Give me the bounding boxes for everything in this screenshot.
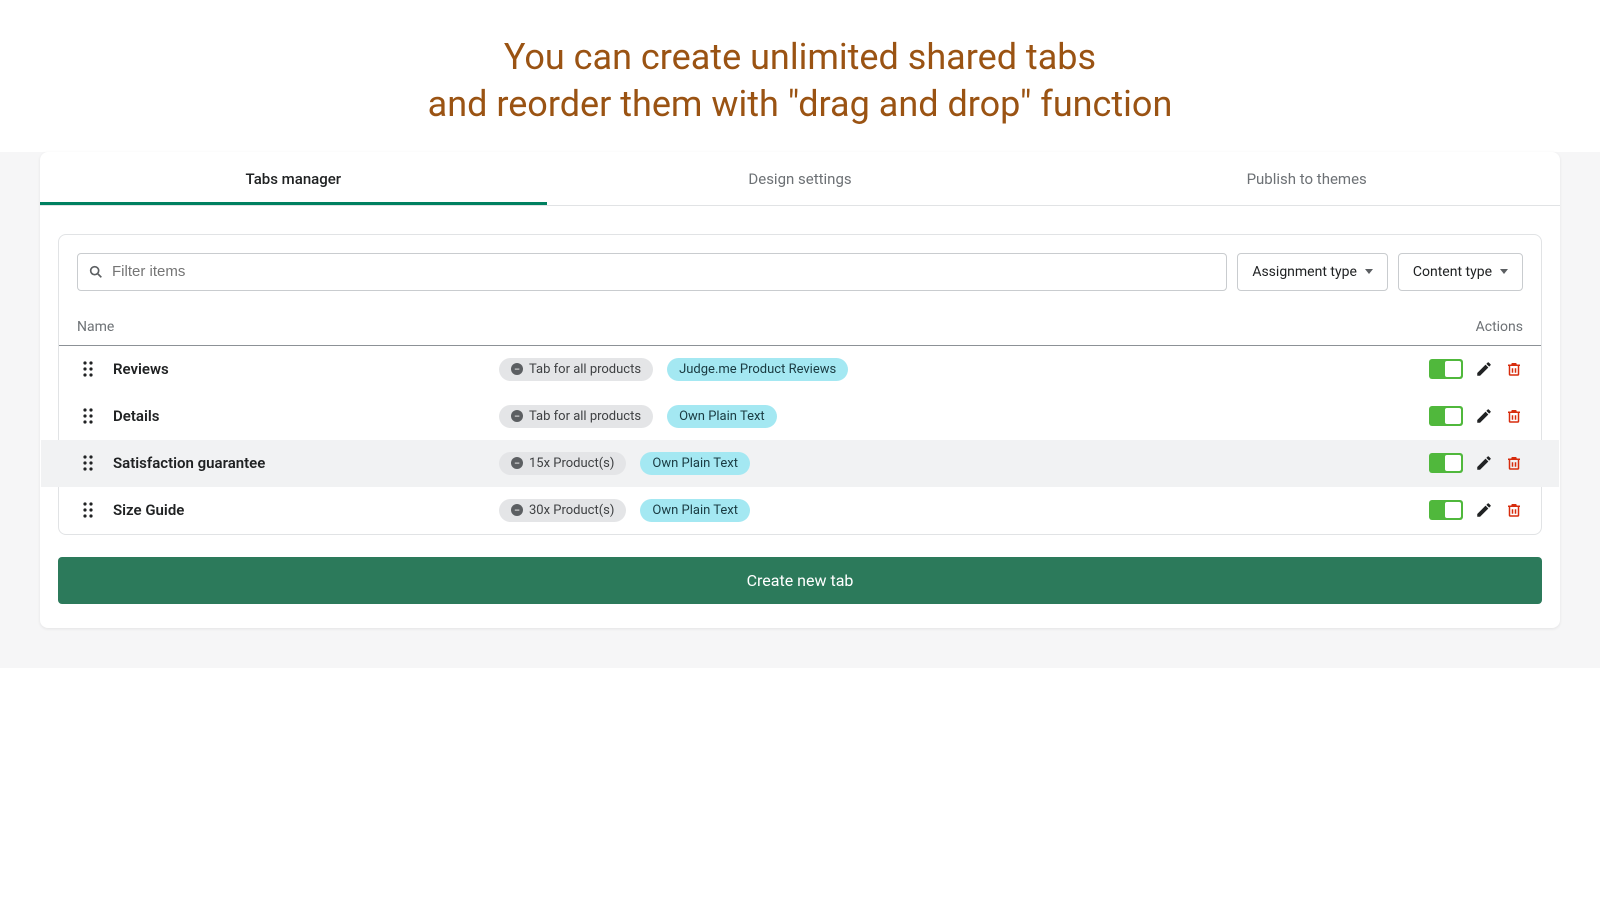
scope-badge-label: 30x Product(s)	[529, 503, 614, 518]
assignment-type-label: Assignment type	[1252, 264, 1357, 280]
content-badge: Own Plain Text	[640, 499, 750, 522]
column-name: Name	[77, 319, 114, 335]
filter-row: Assignment type Content type	[59, 235, 1541, 291]
assignment-type-dropdown[interactable]: Assignment type	[1237, 253, 1388, 291]
search-icon	[88, 264, 104, 280]
tabs-nav: Tabs manager Design settings Publish to …	[40, 152, 1560, 206]
scope-badge-label: Tab for all products	[529, 409, 641, 424]
scope-badge: −Tab for all products	[499, 358, 653, 381]
tab-design-settings[interactable]: Design settings	[547, 152, 1054, 205]
filter-search-input[interactable]	[104, 263, 1216, 280]
caret-down-icon	[1365, 269, 1373, 274]
rows-container: Reviews−Tab for all productsJudge.me Pro…	[59, 346, 1541, 534]
minus-circle-icon: −	[511, 363, 523, 375]
row-actions	[1403, 406, 1523, 426]
table-header: Name Actions	[59, 291, 1541, 346]
table-row: Details−Tab for all products Own Plain Te…	[59, 393, 1541, 440]
row-actions	[1403, 453, 1523, 473]
drag-handle-icon[interactable]	[77, 360, 99, 378]
row-name: Size Guide	[99, 501, 499, 519]
column-actions: Actions	[1476, 319, 1523, 335]
row-badges: −30x Product(s) Own Plain Text	[499, 499, 1403, 522]
active-toggle[interactable]	[1429, 406, 1463, 426]
page-headline: You can create unlimited shared tabs and…	[0, 0, 1600, 152]
row-badges: −Tab for all products Own Plain Text	[499, 405, 1403, 428]
content-type-label: Content type	[1413, 264, 1492, 280]
headline-line-2: and reorder them with "drag and drop" fu…	[40, 81, 1560, 128]
create-new-tab-button[interactable]: Create new tab	[58, 557, 1542, 604]
row-actions	[1403, 359, 1523, 379]
scope-badge: −30x Product(s)	[499, 499, 626, 522]
edit-button[interactable]	[1475, 407, 1493, 425]
content-type-dropdown[interactable]: Content type	[1398, 253, 1523, 291]
drag-handle-icon[interactable]	[77, 501, 99, 519]
row-name: Reviews	[99, 360, 499, 378]
content-badge: Own Plain Text	[667, 405, 777, 428]
row-actions	[1403, 500, 1523, 520]
scope-badge-label: 15x Product(s)	[529, 456, 614, 471]
active-toggle[interactable]	[1429, 453, 1463, 473]
edit-button[interactable]	[1475, 454, 1493, 472]
minus-circle-icon: −	[511, 410, 523, 422]
table-row: Size Guide−30x Product(s) Own Plain Text	[59, 487, 1541, 534]
table-row: Satisfaction guarantee−15x Product(s) Own…	[41, 440, 1559, 487]
active-toggle[interactable]	[1429, 359, 1463, 379]
edit-button[interactable]	[1475, 501, 1493, 519]
headline-line-1: You can create unlimited shared tabs	[40, 34, 1560, 81]
row-name: Details	[99, 407, 499, 425]
delete-button[interactable]	[1505, 407, 1523, 425]
scope-badge: −15x Product(s)	[499, 452, 626, 475]
minus-circle-icon: −	[511, 504, 523, 516]
table-row: Reviews−Tab for all products Judge.me Pro…	[59, 346, 1541, 393]
tab-publish-to-themes[interactable]: Publish to themes	[1053, 152, 1560, 205]
scope-badge: −Tab for all products	[499, 405, 653, 428]
drag-handle-icon[interactable]	[77, 454, 99, 472]
drag-handle-icon[interactable]	[77, 407, 99, 425]
delete-button[interactable]	[1505, 454, 1523, 472]
minus-circle-icon: −	[511, 457, 523, 469]
caret-down-icon	[1500, 269, 1508, 274]
delete-button[interactable]	[1505, 501, 1523, 519]
content-badge: Own Plain Text	[640, 452, 750, 475]
row-name: Satisfaction guarantee	[99, 454, 499, 472]
row-badges: −15x Product(s) Own Plain Text	[499, 452, 1403, 475]
active-toggle[interactable]	[1429, 500, 1463, 520]
scope-badge-label: Tab for all products	[529, 362, 641, 377]
content-badge: Judge.me Product Reviews	[667, 358, 848, 381]
tabs-manager-card: Tabs manager Design settings Publish to …	[40, 152, 1560, 628]
delete-button[interactable]	[1505, 360, 1523, 378]
row-badges: −Tab for all products Judge.me Product Re…	[499, 358, 1403, 381]
filter-search[interactable]	[77, 253, 1227, 291]
tab-tabs-manager[interactable]: Tabs manager	[40, 152, 547, 205]
edit-button[interactable]	[1475, 360, 1493, 378]
